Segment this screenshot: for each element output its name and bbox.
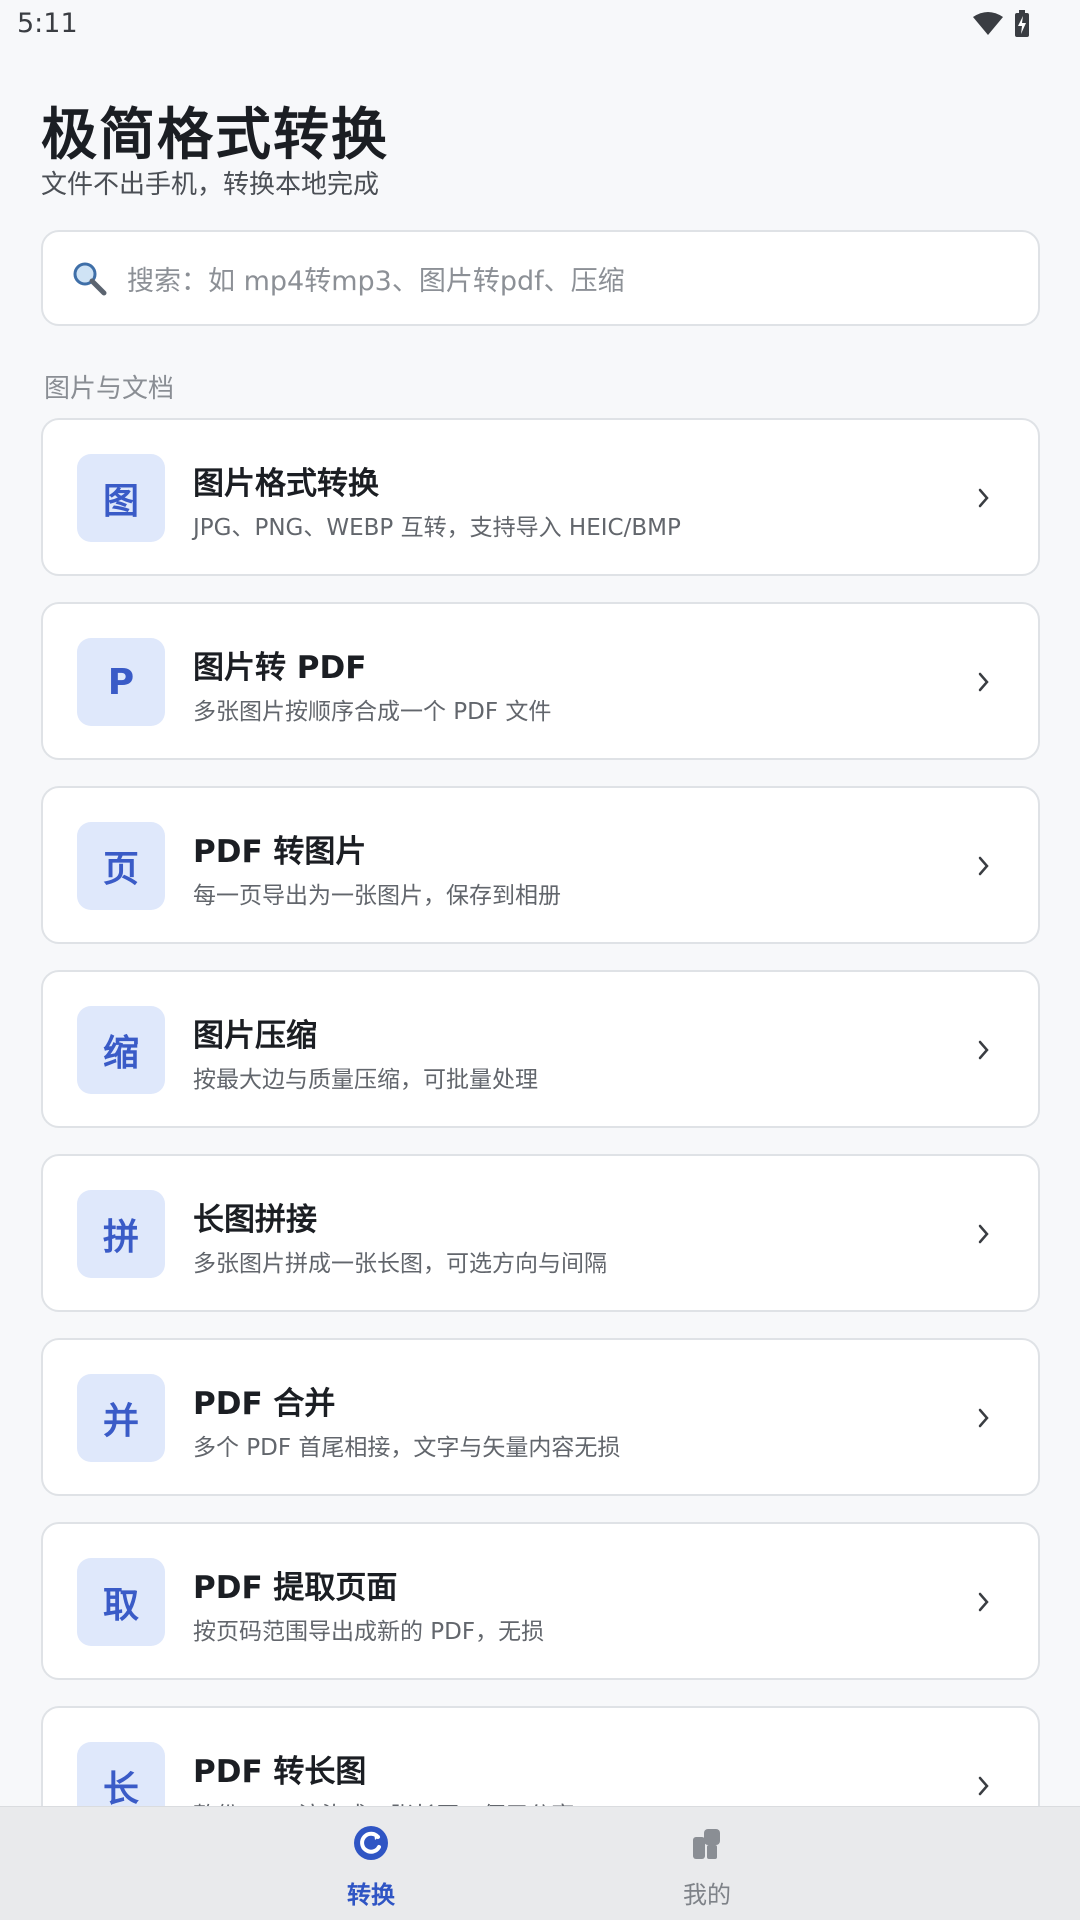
tab-mine[interactable]: 我的 xyxy=(607,1807,807,1920)
tool-title: 长图拼接 xyxy=(193,1202,317,1238)
search-input[interactable]: 搜索：如 mp4转mp3、图片转pdf、压缩 xyxy=(41,230,1040,326)
chevron-right-icon xyxy=(978,672,989,692)
tool-description: 多个 PDF 首尾相接，文字与矢量内容无损 xyxy=(193,1435,621,1461)
tool-badge: P xyxy=(77,638,165,726)
user-icon xyxy=(693,1829,720,1859)
tool-card-image-format[interactable]: 图 图片格式转换 JPG、PNG、WEBP 互转，支持导入 HEIC/BMP xyxy=(41,418,1040,576)
tool-description: 多张图片按顺序合成一个 PDF 文件 xyxy=(193,699,552,725)
tool-title: 图片转 PDF xyxy=(193,650,367,686)
section-title: 图片与文档 xyxy=(44,374,175,404)
chevron-right-icon xyxy=(978,1776,989,1796)
tool-badge: 并 xyxy=(77,1374,165,1462)
tool-title: PDF 转图片 xyxy=(193,834,367,870)
tool-badge: 页 xyxy=(77,822,165,910)
tool-title: PDF 转长图 xyxy=(193,1754,367,1790)
search-icon xyxy=(73,262,107,296)
tool-card-pdf-to-image[interactable]: 页 PDF 转图片 每一页导出为一张图片，保存到相册 xyxy=(41,786,1040,944)
page-subtitle: 文件不出手机，转换本地完成 xyxy=(41,170,380,200)
tool-description: 多张图片拼成一张长图，可选方向与间隔 xyxy=(193,1251,607,1277)
chevron-right-icon xyxy=(978,1408,989,1428)
tool-badge: 长 xyxy=(77,1742,165,1806)
chevron-right-icon xyxy=(978,856,989,876)
tool-card-image-compress[interactable]: 缩 图片压缩 按最大边与质量压缩，可批量处理 xyxy=(41,970,1040,1128)
tool-title: PDF 合并 xyxy=(193,1386,336,1422)
bottom-navigation: 转换 我的 xyxy=(0,1806,1080,1920)
tool-card-pdf-merge[interactable]: 并 PDF 合并 多个 PDF 首尾相接，文字与矢量内容无损 xyxy=(41,1338,1040,1496)
search-placeholder: 搜索：如 mp4转mp3、图片转pdf、压缩 xyxy=(127,265,625,297)
tool-badge: 图 xyxy=(77,454,165,542)
tool-description: 整份 PDF 渲染成一张长图，便于分享 xyxy=(193,1796,574,1806)
tool-card-long-image-stitch[interactable]: 拼 长图拼接 多张图片拼成一张长图，可选方向与间隔 xyxy=(41,1154,1040,1312)
page-title: 极简格式转换 xyxy=(41,103,389,168)
tool-list: 极简格式转换 文件不出手机，转换本地完成 搜索：如 mp4转mp3、图片转pdf… xyxy=(0,0,1080,1806)
tab-mine-label: 我的 xyxy=(683,1881,731,1909)
tool-description: 按页码范围导出成新的 PDF，无损 xyxy=(193,1619,545,1645)
tool-card-image-to-pdf[interactable]: P 图片转 PDF 多张图片按顺序合成一个 PDF 文件 xyxy=(41,602,1040,760)
tool-description: 按最大边与质量压缩，可批量处理 xyxy=(193,1067,538,1093)
chevron-right-icon xyxy=(978,1592,989,1612)
tab-convert-label: 转换 xyxy=(347,1881,395,1909)
tool-title: 图片压缩 xyxy=(193,1018,317,1054)
chevron-right-icon xyxy=(978,1040,989,1060)
tool-card-pdf-extract-pages[interactable]: 取 PDF 提取页面 按页码范围导出成新的 PDF，无损 xyxy=(41,1522,1040,1680)
tool-title: PDF 提取页面 xyxy=(193,1570,398,1606)
refresh-icon xyxy=(354,1826,388,1860)
tool-card-pdf-to-long-image[interactable]: 长 PDF 转长图 整份 PDF 渲染成一张长图，便于分享 xyxy=(41,1706,1040,1806)
tool-badge: 取 xyxy=(77,1558,165,1646)
tool-description: JPG、PNG、WEBP 互转，支持导入 HEIC/BMP xyxy=(193,515,681,541)
tab-convert[interactable]: 转换 xyxy=(271,1807,471,1920)
tool-badge: 缩 xyxy=(77,1006,165,1094)
chevron-right-icon xyxy=(978,488,989,508)
tool-title: 图片格式转换 xyxy=(193,466,379,502)
app-screen: 5:11 极简格式转换 文件不出手机，转换本地完成 搜索：如 mp4转mp3、图… xyxy=(0,0,1080,1920)
tool-description: 每一页导出为一张图片，保存到相册 xyxy=(193,883,561,909)
tool-badge: 拼 xyxy=(77,1190,165,1278)
chevron-right-icon xyxy=(978,1224,989,1244)
